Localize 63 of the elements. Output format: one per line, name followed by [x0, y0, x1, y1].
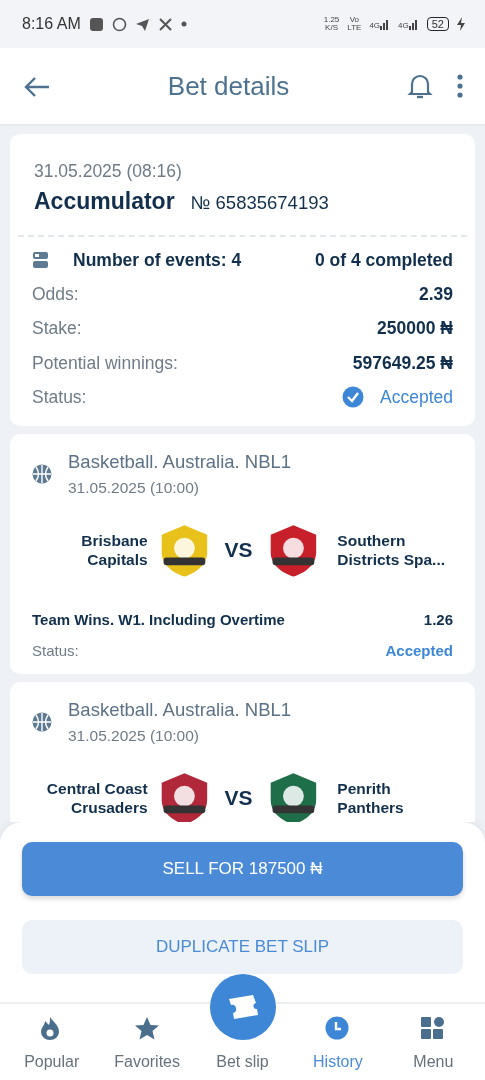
bell-icon [407, 72, 433, 100]
event-status: Accepted [385, 640, 453, 661]
home-team: Brisbane Capitals [80, 531, 148, 569]
events-count: Number of events: 4 [73, 248, 242, 272]
clock-time: 8:16 AM [22, 14, 81, 34]
signal-icon [408, 18, 419, 30]
status-label: Status: [32, 640, 79, 661]
more-icon [457, 74, 463, 99]
network-speed: 1.25 [323, 16, 340, 24]
duplicate-button[interactable]: DUPLICATE BET SLIP [22, 920, 463, 974]
sell-button[interactable]: SELL FOR 187500 ₦ [22, 842, 463, 896]
network-type: 4G [369, 22, 381, 30]
detail-label: Stake: [32, 317, 82, 341]
detail-value: 597649.25 ₦ [352, 351, 453, 375]
bet-type: Accumulator [34, 187, 175, 217]
clock-icon [324, 1016, 351, 1042]
back-button[interactable] [24, 74, 50, 98]
network-type: 4G [398, 22, 409, 30]
nav-tab[interactable]: Bet slip [194, 974, 291, 1080]
charging-icon [457, 17, 465, 31]
battery-level: 52 [426, 17, 449, 31]
detail-label: Status: [32, 385, 87, 409]
event-date: 31.05.2025 (10:00) [68, 725, 200, 746]
speed-unit: K/S [324, 24, 339, 32]
nav-tab[interactable]: Menu [385, 1004, 482, 1080]
basketball-icon [32, 711, 52, 732]
grid-icon [420, 1016, 447, 1042]
basketball-icon [32, 463, 52, 484]
bet-number: № 65835674193 [190, 191, 329, 216]
nav-tab[interactable]: Favorites [99, 1004, 195, 1080]
page-title: Bet details [167, 70, 290, 101]
volte-label: LTE [347, 24, 362, 32]
market-odds: 1.26 [423, 610, 453, 630]
league-name: Basketball. Australia. NBL1 [68, 698, 292, 722]
back-arrow-icon [24, 75, 50, 98]
versus-label: VS [224, 537, 253, 564]
league-name: Basketball. Australia. NBL1 [68, 450, 292, 474]
nav-tab[interactable]: History [290, 1004, 386, 1080]
x-icon [157, 16, 173, 32]
dot-icon [180, 21, 187, 27]
notifications-button[interactable] [407, 72, 433, 100]
versus-label: VS [224, 785, 253, 812]
star-icon [134, 1016, 161, 1042]
detail-value: 2.39 [418, 283, 453, 306]
app-notification-icon [88, 16, 104, 32]
bet-status: Accepted [380, 385, 453, 409]
event-date: 31.05.2025 (10:00) [68, 477, 200, 498]
more-options-button[interactable] [457, 73, 463, 99]
nav-tab[interactable]: Popular [4, 1004, 100, 1080]
detail-label: Odds: [32, 283, 79, 306]
away-team: Southern Districts Spa... [337, 531, 447, 569]
bet-date: 31.05.2025 (08:16) [34, 160, 183, 183]
detail-value: 250000 ₦ [377, 317, 453, 341]
events-list-icon [32, 250, 49, 269]
completed-count: 0 of 4 completed [314, 248, 453, 272]
home-team: Central Coast Crusaders [45, 779, 148, 817]
away-team: Penrith Panthers [337, 779, 405, 817]
volte-label: Vo [348, 16, 361, 24]
send-icon [134, 16, 150, 32]
market-name: Team Wins. W1. Including Overtime [32, 610, 285, 630]
chat-icon [111, 16, 127, 32]
detail-label: Potential winnings: [32, 351, 178, 375]
signal-icon [380, 18, 391, 30]
